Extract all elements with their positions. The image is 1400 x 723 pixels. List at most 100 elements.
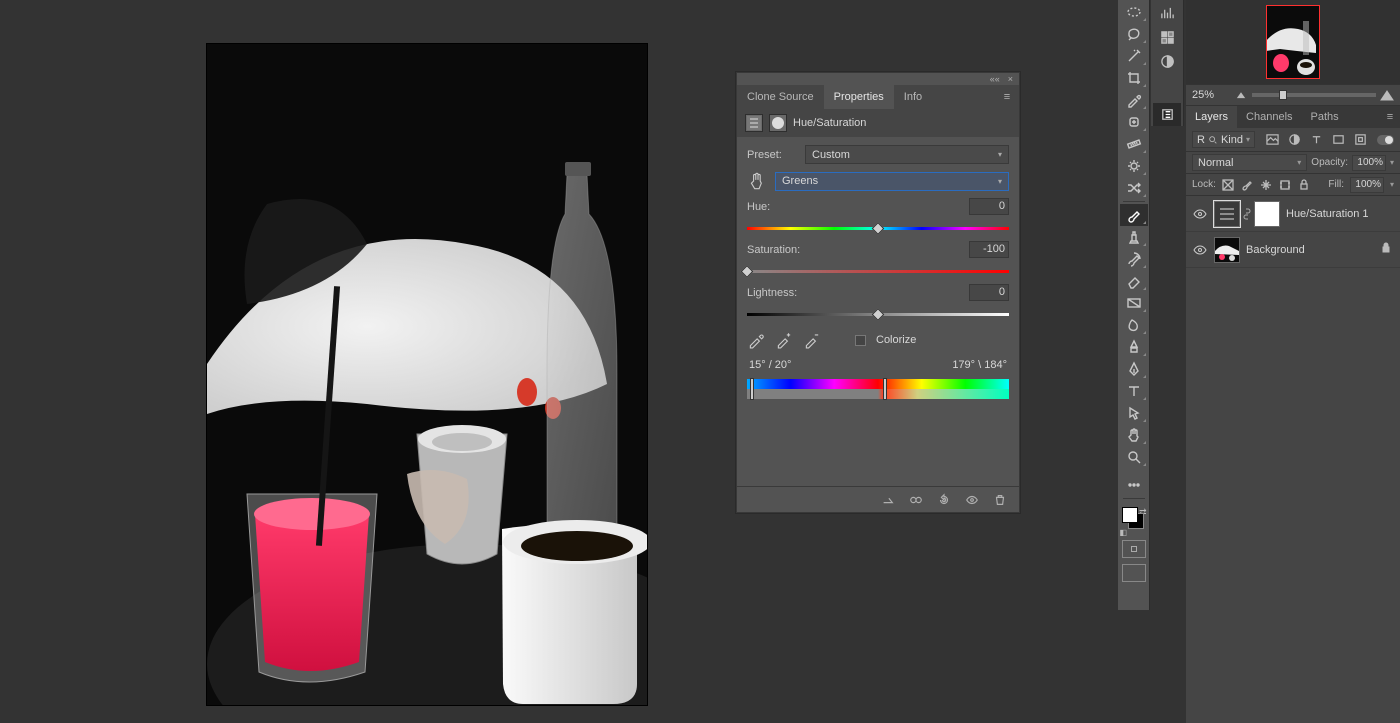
navigator-panel[interactable] xyxy=(1186,0,1400,84)
tab-properties[interactable]: Properties xyxy=(824,85,894,109)
colorize-label: Colorize xyxy=(876,334,916,346)
mask-thumbnail[interactable] xyxy=(1254,201,1280,227)
fill-value[interactable]: 100% xyxy=(1350,177,1384,193)
tab-layers[interactable]: Layers xyxy=(1186,106,1237,128)
panel-titlebar[interactable]: «« × xyxy=(737,73,1019,85)
ruler-tool[interactable] xyxy=(1120,133,1148,155)
fg-color-swatch[interactable] xyxy=(1122,507,1138,523)
gear-tool[interactable] xyxy=(1120,155,1148,177)
tab-clone-source[interactable]: Clone Source xyxy=(737,85,824,109)
tab-info[interactable]: Info xyxy=(894,85,932,109)
history-brush-tool[interactable] xyxy=(1120,248,1148,270)
document-image[interactable] xyxy=(207,44,647,705)
properties-footer xyxy=(737,486,1019,512)
saturation-slider[interactable] xyxy=(747,266,1009,276)
shuffle-tool[interactable] xyxy=(1120,177,1148,199)
eraser-tool[interactable] xyxy=(1120,270,1148,292)
crop-tool[interactable] xyxy=(1120,67,1148,89)
magic-wand-tool[interactable] xyxy=(1120,45,1148,67)
zoom-in-icon[interactable] xyxy=(1380,88,1394,102)
gradient-tool[interactable] xyxy=(1120,292,1148,314)
lock-artboard-icon[interactable] xyxy=(1279,178,1292,191)
filter-kind-dropdown[interactable]: R Kind ▾ xyxy=(1192,131,1255,148)
healing-brush-tool[interactable] xyxy=(1120,111,1148,133)
color-panel-icon[interactable] xyxy=(1153,26,1181,49)
filter-toggle[interactable] xyxy=(1377,135,1394,145)
dodge-tool[interactable] xyxy=(1120,336,1148,358)
smudge-tool[interactable] xyxy=(1120,314,1148,336)
collapse-icon[interactable]: «« xyxy=(990,74,1000,84)
lock-transparency-icon[interactable] xyxy=(1222,178,1235,191)
layer-row[interactable]: Background xyxy=(1186,232,1400,268)
properties-panel-icon[interactable] xyxy=(1153,103,1181,126)
default-colors-icon[interactable]: ◧ xyxy=(1120,528,1128,537)
filter-type-icons xyxy=(1265,133,1367,147)
clip-to-layer-icon[interactable] xyxy=(879,491,897,509)
edit-toolbar-icon[interactable] xyxy=(1120,474,1148,496)
filter-type-icon[interactable] xyxy=(1309,133,1323,147)
toggle-visibility-icon[interactable] xyxy=(963,491,981,509)
clone-stamp-tool[interactable] xyxy=(1120,226,1148,248)
filter-shape-icon[interactable] xyxy=(1331,133,1345,147)
layer-name[interactable]: Hue/Saturation 1 xyxy=(1286,208,1394,220)
lock-position-icon[interactable] xyxy=(1260,178,1273,191)
opacity-value[interactable]: 100% xyxy=(1352,155,1386,171)
filter-image-icon[interactable] xyxy=(1265,133,1279,147)
chevron-down-icon[interactable]: ▾ xyxy=(1390,158,1394,167)
eyedropper-minus-icon[interactable] xyxy=(803,331,821,349)
lightness-value[interactable]: 0 xyxy=(969,284,1009,301)
link-icon[interactable] xyxy=(1242,208,1252,220)
eyedropper-plus-icon[interactable] xyxy=(775,331,793,349)
close-icon[interactable]: × xyxy=(1008,74,1013,84)
zoom-slider[interactable] xyxy=(1252,93,1376,97)
marquee-ellipse-tool[interactable] xyxy=(1120,1,1148,23)
histogram-panel-icon[interactable] xyxy=(1153,2,1181,25)
lightness-slider[interactable] xyxy=(747,309,1009,319)
adjustments-panel-icon[interactable] xyxy=(1153,50,1181,73)
color-channel-dropdown[interactable]: Greens ▾ xyxy=(775,172,1009,191)
screenmode-icon[interactable] xyxy=(1122,564,1146,582)
visibility-icon[interactable] xyxy=(1192,243,1208,257)
delete-icon[interactable] xyxy=(991,491,1009,509)
saturation-value[interactable]: -100 xyxy=(969,241,1009,258)
tab-paths[interactable]: Paths xyxy=(1302,106,1348,128)
zoom-out-icon[interactable] xyxy=(1234,88,1248,102)
layer-row[interactable]: Hue/Saturation 1 xyxy=(1186,196,1400,232)
hue-slider[interactable] xyxy=(747,223,1009,233)
zoom-value[interactable]: 25% xyxy=(1192,89,1230,101)
colorize-checkbox[interactable] xyxy=(855,335,866,346)
filter-smart-icon[interactable] xyxy=(1353,133,1367,147)
preset-dropdown[interactable]: Custom ▾ xyxy=(805,145,1009,164)
pen-tool[interactable] xyxy=(1120,358,1148,380)
blend-mode-dropdown[interactable]: Normal ▾ xyxy=(1192,154,1307,171)
eyedropper-icon[interactable] xyxy=(747,331,765,349)
lock-icon[interactable] xyxy=(1380,242,1394,257)
color-range-strip[interactable] xyxy=(747,379,1009,399)
layer-thumbnail[interactable] xyxy=(1214,237,1240,263)
quickmask-icon[interactable] xyxy=(1122,540,1146,558)
fg-bg-swatches[interactable]: ⇄ ◧ xyxy=(1120,507,1148,537)
zoom-tool[interactable] xyxy=(1120,446,1148,468)
reset-icon[interactable] xyxy=(935,491,953,509)
scrubby-hand-icon[interactable] xyxy=(747,170,769,192)
adjustment-thumbnail[interactable] xyxy=(1214,201,1240,227)
lock-pixels-icon[interactable] xyxy=(1241,178,1254,191)
brush-tool[interactable] xyxy=(1120,204,1148,226)
panel-menu-icon[interactable]: ≡ xyxy=(1380,106,1400,128)
visibility-icon[interactable] xyxy=(1192,207,1208,221)
hue-value[interactable]: 0 xyxy=(969,198,1009,215)
lasso-tool[interactable] xyxy=(1120,23,1148,45)
tab-channels[interactable]: Channels xyxy=(1237,106,1301,128)
layer-name[interactable]: Background xyxy=(1246,244,1374,256)
type-tool[interactable] xyxy=(1120,380,1148,402)
view-previous-icon[interactable] xyxy=(907,491,925,509)
navigator-thumbnail[interactable] xyxy=(1266,5,1320,79)
eyedropper-tool[interactable] xyxy=(1120,89,1148,111)
path-select-tool[interactable] xyxy=(1120,402,1148,424)
hand-tool[interactable] xyxy=(1120,424,1148,446)
lock-all-icon[interactable] xyxy=(1298,178,1311,191)
panel-menu-icon[interactable]: ≡ xyxy=(995,85,1019,109)
filter-adjustment-icon[interactable] xyxy=(1287,133,1301,147)
filter-kind-label: Kind xyxy=(1221,134,1243,146)
chevron-down-icon[interactable]: ▾ xyxy=(1390,180,1394,189)
